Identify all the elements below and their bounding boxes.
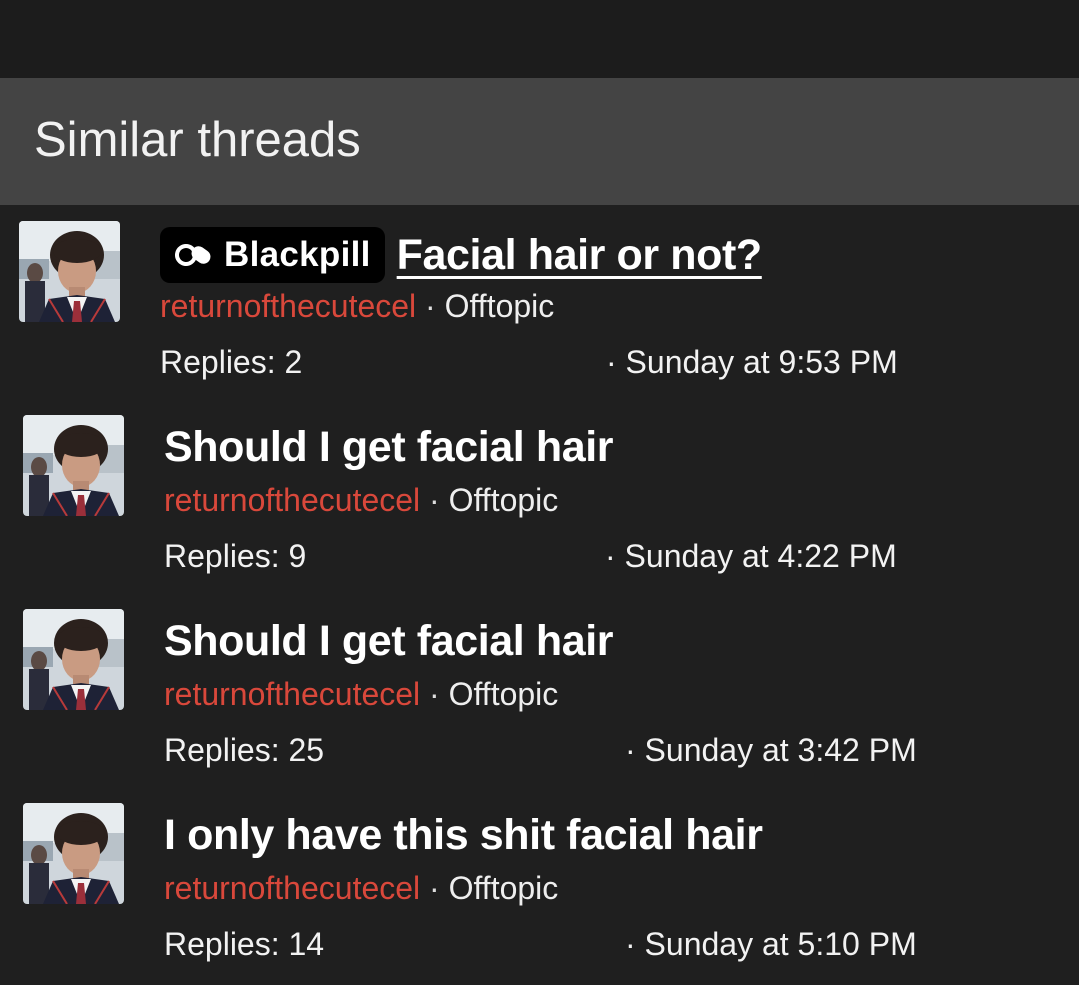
thread-date[interactable]: · Sunday at 5:10 PM	[625, 926, 917, 963]
replies-count: Replies: 14	[164, 926, 325, 962]
thread-item: Blackpill Facial hair or not? returnofth…	[0, 205, 1079, 399]
thread-title-link[interactable]: Should I get facial hair	[164, 617, 614, 666]
thread-title-link[interactable]: Facial hair or not?	[397, 231, 763, 280]
thread-meta: returnofthecutecel · Offtopic	[164, 676, 558, 713]
thread-date[interactable]: · Sunday at 3:42 PM	[625, 732, 917, 769]
thread-title-row: Blackpill Facial hair or not?	[160, 225, 762, 285]
forum-link[interactable]: Offtopic	[449, 482, 559, 518]
thread-item: Should I get facial hair returnofthecute…	[0, 400, 1079, 594]
pills-icon	[175, 244, 211, 266]
thread-date[interactable]: · Sunday at 9:53 PM	[606, 344, 898, 381]
forum-link[interactable]: Offtopic	[449, 676, 559, 712]
thread-item: Should I get facial hair returnofthecute…	[0, 594, 1079, 788]
prefix-label: Blackpill	[224, 235, 371, 274]
meta-separator: ·	[429, 870, 440, 906]
author-link[interactable]: returnofthecutecel	[164, 676, 420, 712]
meta-separator: ·	[429, 676, 440, 712]
meta-separator: ·	[429, 482, 440, 518]
author-link[interactable]: returnofthecutecel	[164, 482, 420, 518]
thread-item: I only have this shit facial hair return…	[0, 788, 1079, 982]
meta-separator: ·	[425, 288, 436, 324]
thread-meta: returnofthecutecel · Offtopic	[164, 482, 558, 519]
avatar[interactable]	[19, 221, 120, 322]
thread-title-row: I only have this shit facial hair	[164, 808, 763, 862]
thread-date[interactable]: · Sunday at 4:22 PM	[605, 538, 897, 575]
replies-count: Replies: 9	[164, 538, 307, 574]
thread-meta: returnofthecutecel · Offtopic	[160, 288, 554, 325]
author-link[interactable]: returnofthecutecel	[160, 288, 416, 324]
thread-title-row: Should I get facial hair	[164, 614, 614, 668]
author-link[interactable]: returnofthecutecel	[164, 870, 420, 906]
thread-title-link[interactable]: I only have this shit facial hair	[164, 811, 763, 860]
thread-meta: returnofthecutecel · Offtopic	[164, 870, 558, 907]
avatar[interactable]	[23, 609, 124, 710]
thread-title-link[interactable]: Should I get facial hair	[164, 423, 614, 472]
forum-link[interactable]: Offtopic	[445, 288, 555, 324]
top-bar	[0, 0, 1079, 78]
replies-count: Replies: 2	[160, 344, 303, 380]
forum-link[interactable]: Offtopic	[449, 870, 559, 906]
thread-title-row: Should I get facial hair	[164, 420, 614, 474]
replies-count: Replies: 25	[164, 732, 325, 768]
section-title: Similar threads	[34, 113, 361, 167]
avatar[interactable]	[23, 803, 124, 904]
prefix-badge[interactable]: Blackpill	[160, 227, 385, 283]
avatar[interactable]	[23, 415, 124, 516]
